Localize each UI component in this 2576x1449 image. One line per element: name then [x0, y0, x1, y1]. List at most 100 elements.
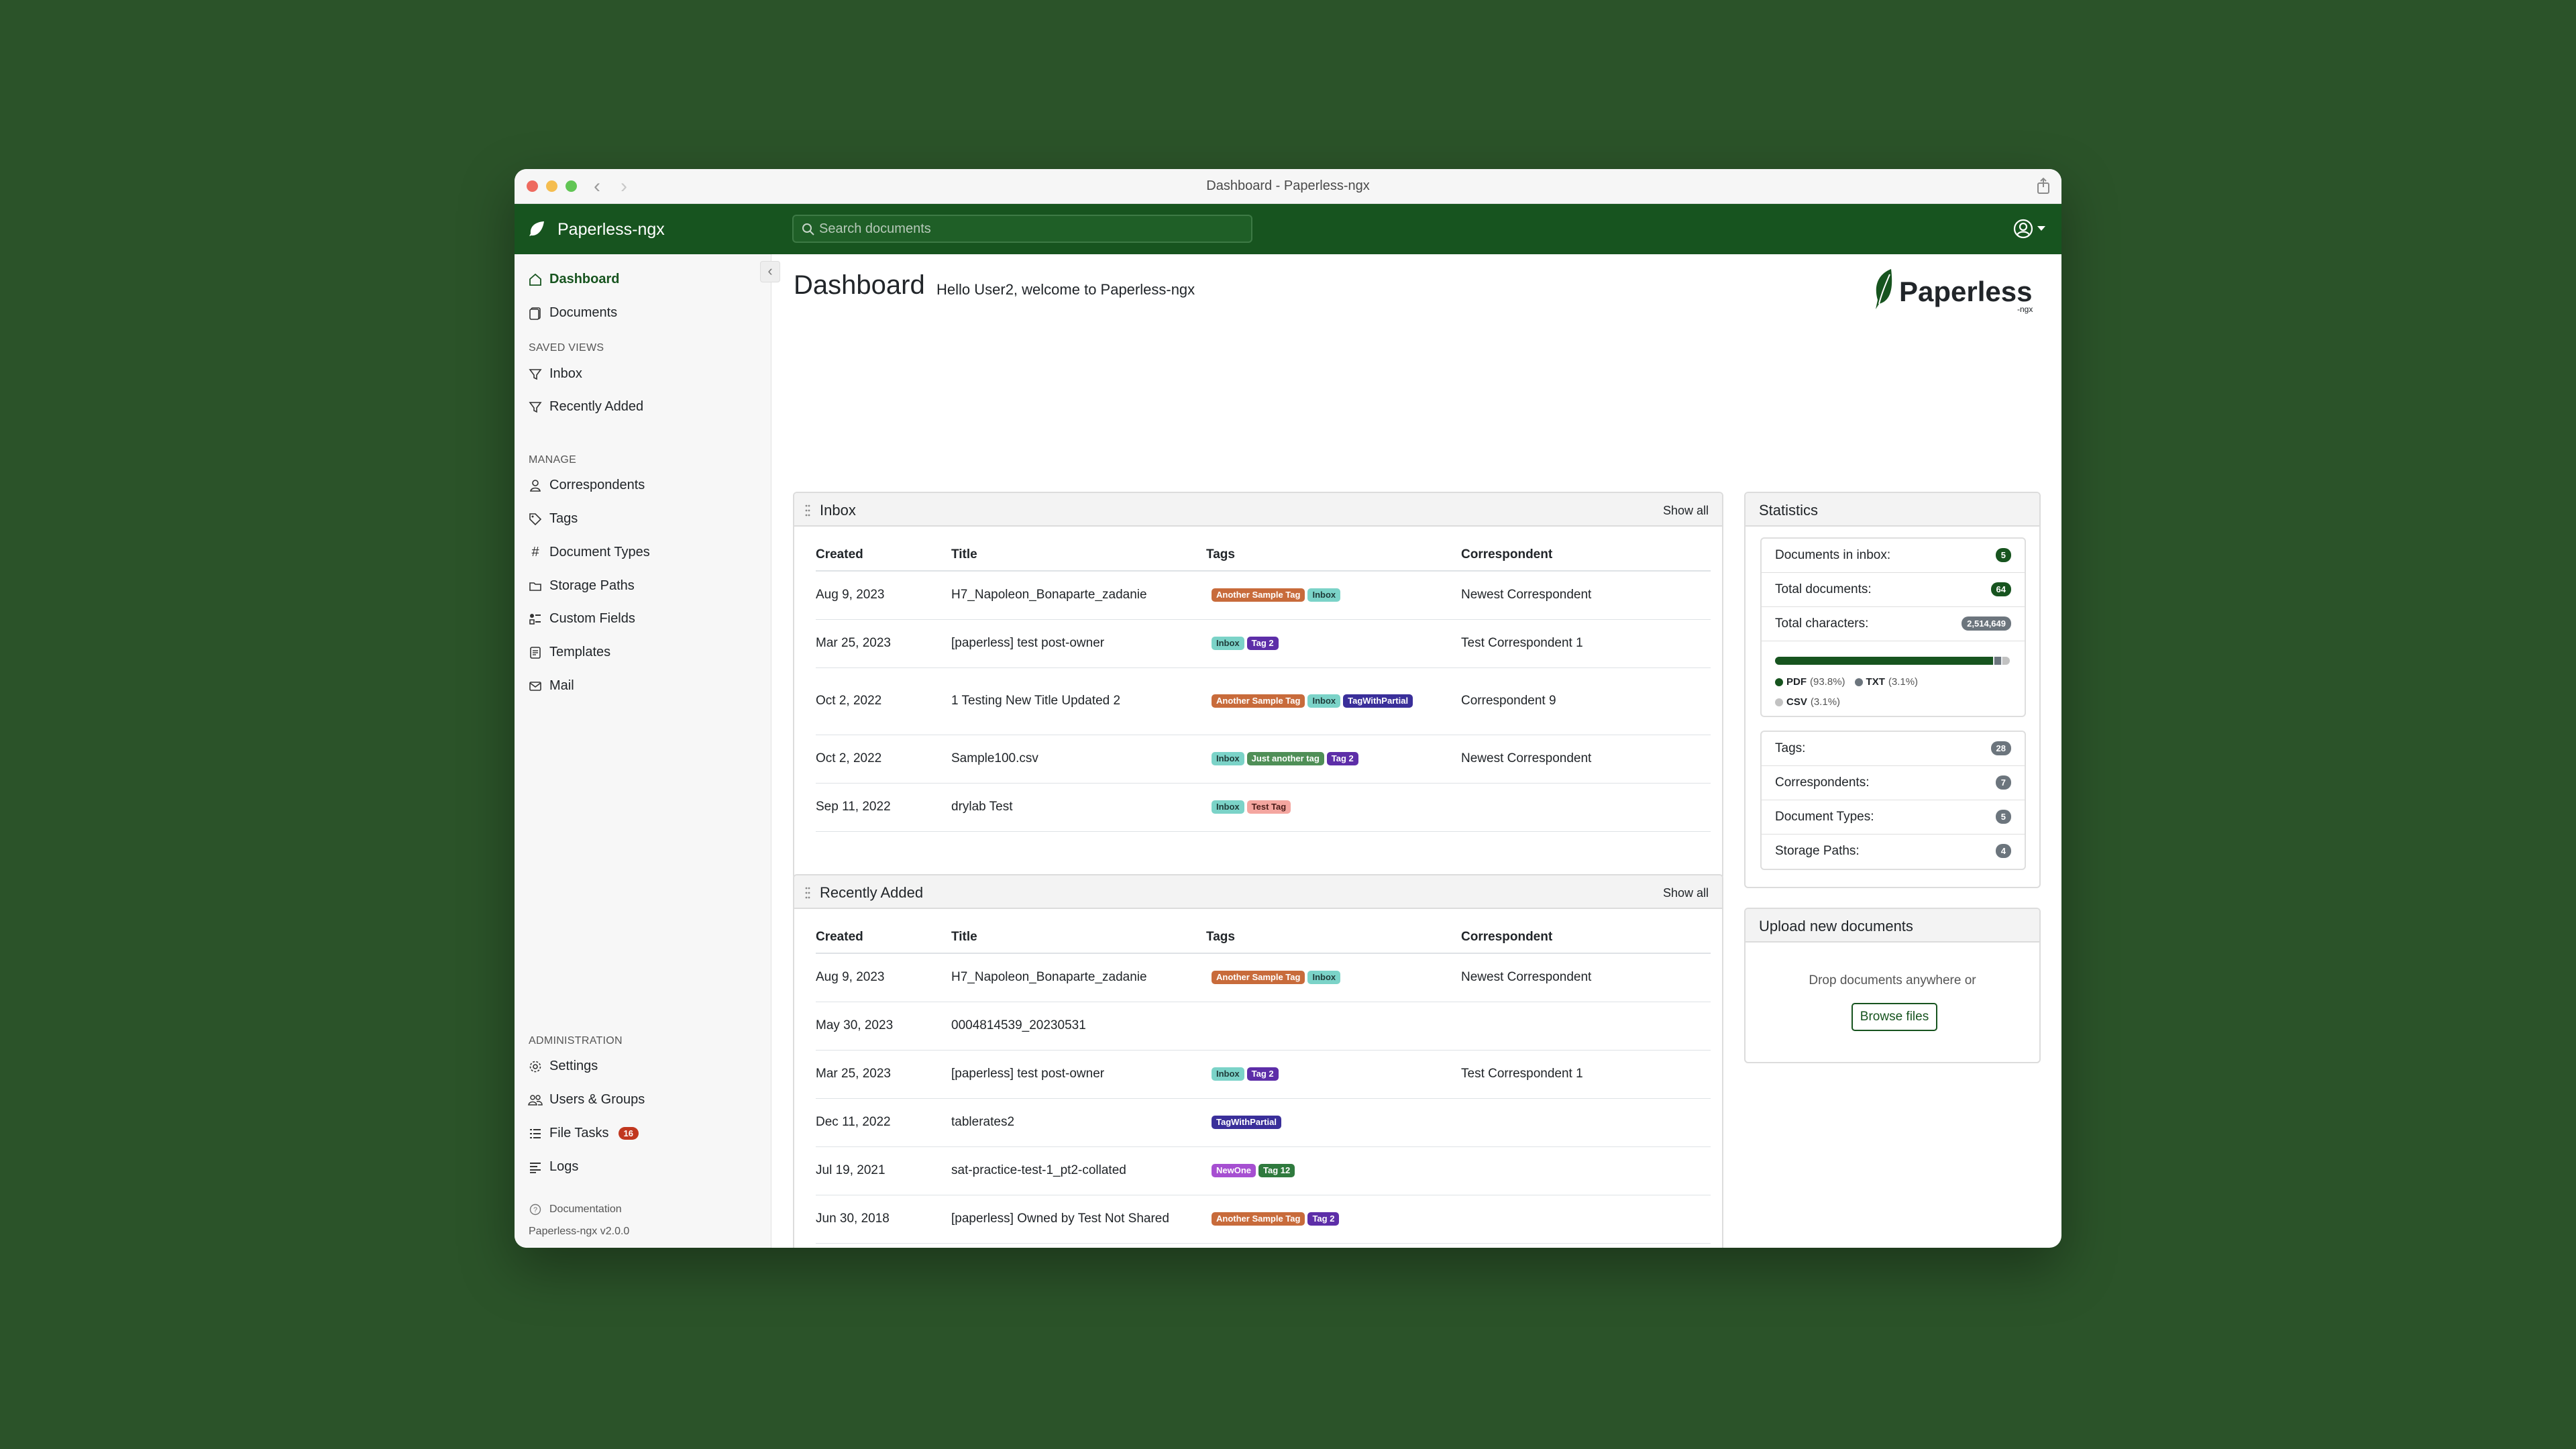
tag-badge[interactable]: Test Tag	[1246, 800, 1291, 814]
tag-badge[interactable]: Another Sample Tag	[1212, 694, 1305, 708]
table-row[interactable]: Dec 11, 2022 tablerates2 TagWithPartial	[816, 1098, 1711, 1147]
tag-badge[interactable]: Another Sample Tag	[1212, 588, 1305, 602]
column-header[interactable]: Title	[951, 537, 1206, 572]
correspondent[interactable]	[1461, 783, 1711, 832]
sidebar-item-document-types[interactable]: # Document Types	[528, 545, 649, 560]
document-title[interactable]: drylab Test	[951, 783, 1206, 832]
sidebar-item-mail[interactable]: Mail	[528, 678, 574, 694]
document-title[interactable]: 0004814539_20230531	[951, 1002, 1206, 1051]
table-row[interactable]: Aug 9, 2023 H7_Napoleon_Bonaparte_zadanie…	[816, 953, 1711, 1002]
svg-text:-ngx: -ngx	[2017, 305, 2033, 314]
stat-value-badge: 28	[1990, 741, 2011, 755]
correspondent[interactable]	[1461, 1002, 1711, 1051]
document-title[interactable]: [paperless] Owned by Test Not Shared	[951, 1195, 1206, 1244]
table-row[interactable]: May 30, 2023 0004814539_20230531	[816, 1002, 1711, 1051]
table-row[interactable]: Mar 25, 2023 [paperless] test post-owner I…	[816, 619, 1711, 668]
tag-badge[interactable]: TagWithPartial	[1343, 694, 1413, 708]
tag-badge[interactable]: Inbox	[1307, 588, 1341, 602]
column-header[interactable]: Tags	[1206, 537, 1461, 572]
tag-badge[interactable]: Another Sample Tag	[1212, 1212, 1305, 1226]
stat-row[interactable]: Correspondents: 7	[1762, 766, 2025, 800]
column-header[interactable]: Title	[951, 920, 1206, 954]
tag-badge[interactable]: Inbox	[1212, 752, 1244, 765]
column-header[interactable]: Created	[816, 920, 951, 954]
table-row[interactable]: Jul 19, 2021 sat-practice-test-1_pt2-coll…	[816, 1146, 1711, 1195]
table-row[interactable]: Aug 9, 2023 H7_Napoleon_Bonaparte_zadanie…	[816, 571, 1711, 620]
tag-badge[interactable]: Tag 2	[1246, 1067, 1279, 1081]
correspondent[interactable]: Newest Correspondent	[1461, 571, 1711, 620]
sidebar-item-custom-fields[interactable]: Custom Fields	[528, 611, 635, 627]
show-all-link[interactable]: Show all	[1663, 886, 1709, 900]
tag-badge[interactable]: Tag 2	[1307, 1212, 1340, 1226]
table-row[interactable]: Sep 11, 2022 drylab Test Inbox Test Tag	[816, 783, 1711, 832]
document-title[interactable]: Sample100.csv	[951, 735, 1206, 784]
correspondent[interactable]	[1461, 1195, 1711, 1244]
column-header[interactable]: Tags	[1206, 920, 1461, 954]
table-row[interactable]: Oct 2, 2022 Sample100.csv Inbox Just anothe…	[816, 735, 1711, 784]
grip-vertical-icon[interactable]	[805, 886, 810, 900]
tag-badge[interactable]: Tag 2	[1326, 752, 1358, 765]
document-title[interactable]: [paperless] test post-owner	[951, 619, 1206, 668]
tag-badge[interactable]: Another Sample Tag	[1212, 971, 1305, 985]
document-title[interactable]: 1 Testing New Title Updated 2	[951, 667, 1206, 735]
tag-badge[interactable]: Inbox	[1307, 694, 1341, 708]
stat-row[interactable]: Tags: 28	[1762, 732, 2025, 766]
correspondent[interactable]: Test Correspondent 1	[1461, 1050, 1711, 1099]
tag-badge[interactable]: Inbox	[1212, 800, 1244, 814]
administration-heading: ADMINISTRATION	[529, 1035, 623, 1046]
sidebar-item-documents[interactable]: Documents	[528, 305, 617, 321]
table-row[interactable]: Jun 30, 2018 [paperless] Owned by Test No…	[816, 1195, 1711, 1244]
document-title[interactable]: H7_Napoleon_Bonaparte_zadanie	[951, 571, 1206, 620]
stat-row[interactable]: Document Types: 5	[1762, 800, 2025, 835]
show-all-link[interactable]: Show all	[1663, 504, 1709, 518]
browse-files-button[interactable]: Browse files	[1851, 1003, 1937, 1031]
correspondent[interactable]	[1461, 1146, 1711, 1195]
tag-badge[interactable]: Inbox	[1212, 637, 1244, 650]
sidebar-item-settings[interactable]: Settings	[528, 1059, 598, 1074]
svg-text:Paperless: Paperless	[1899, 276, 2032, 307]
leaf-logo-icon[interactable]	[528, 220, 545, 237]
sidebar-item-correspondents[interactable]: Correspondents	[528, 478, 645, 493]
created-date: Mar 25, 2023	[816, 1050, 951, 1099]
tag-badge[interactable]: Tag 12	[1258, 1164, 1295, 1177]
column-header[interactable]: Created	[816, 537, 951, 572]
sidebar-item-storage-paths[interactable]: Storage Paths	[528, 578, 635, 594]
sidebar-item-recently-added[interactable]: Recently Added	[528, 399, 643, 415]
sidebar-item-users-groups[interactable]: Users & Groups	[528, 1092, 645, 1108]
sidebar-item-file-tasks[interactable]: File Tasks 16	[528, 1126, 639, 1141]
tag-badge[interactable]: TagWithPartial	[1212, 1116, 1281, 1129]
document-title[interactable]: H7_Napoleon_Bonaparte_zadanie	[951, 953, 1206, 1002]
correspondent[interactable]: Test Correspondent 1	[1461, 619, 1711, 668]
table-row[interactable]: Mar 25, 2023 [paperless] test post-owner I…	[816, 1050, 1711, 1099]
table-row[interactable]: Oct 2, 2022 1 Testing New Title Updated 2…	[816, 667, 1711, 735]
correspondent[interactable]	[1461, 1098, 1711, 1147]
search-icon	[802, 223, 814, 235]
document-title[interactable]: sat-practice-test-1_pt2-collated	[951, 1146, 1206, 1195]
document-title[interactable]: [paperless] test post-owner	[951, 1050, 1206, 1099]
search-box[interactable]	[792, 215, 1252, 243]
tag-badge[interactable]: Inbox	[1212, 1067, 1244, 1081]
correspondent[interactable]: Newest Correspondent	[1461, 953, 1711, 1002]
tag-badge[interactable]: Tag 2	[1246, 637, 1279, 650]
documentation-link[interactable]: ? Documentation	[528, 1202, 622, 1217]
sidebar-item-inbox[interactable]: Inbox	[528, 366, 582, 382]
column-header[interactable]: Correspondent	[1461, 537, 1711, 572]
correspondent[interactable]: Newest Correspondent	[1461, 735, 1711, 784]
stat-row[interactable]: Storage Paths: 4	[1762, 835, 2025, 869]
column-header[interactable]: Correspondent	[1461, 920, 1711, 954]
stat-value-badge: 4	[1995, 844, 2011, 858]
sidebar-item-dashboard[interactable]: Dashboard	[528, 272, 619, 287]
search-input[interactable]	[819, 216, 1235, 241]
brand-name[interactable]: Paperless-ngx	[557, 220, 665, 239]
grip-vertical-icon[interactable]	[805, 504, 810, 517]
user-menu[interactable]	[2013, 219, 2045, 239]
sidebar-item-templates[interactable]: Templates	[528, 645, 610, 660]
tag-badge[interactable]: Just another tag	[1246, 752, 1324, 765]
document-title[interactable]: tablerates2	[951, 1098, 1206, 1147]
tag-badge[interactable]: Inbox	[1307, 971, 1341, 985]
correspondent[interactable]: Correspondent 9	[1461, 667, 1711, 735]
tag-badge[interactable]: NewOne	[1212, 1164, 1256, 1177]
share-icon[interactable]	[2036, 177, 2051, 195]
sidebar-item-logs[interactable]: Logs	[528, 1159, 578, 1175]
sidebar-item-tags[interactable]: Tags	[528, 511, 578, 527]
